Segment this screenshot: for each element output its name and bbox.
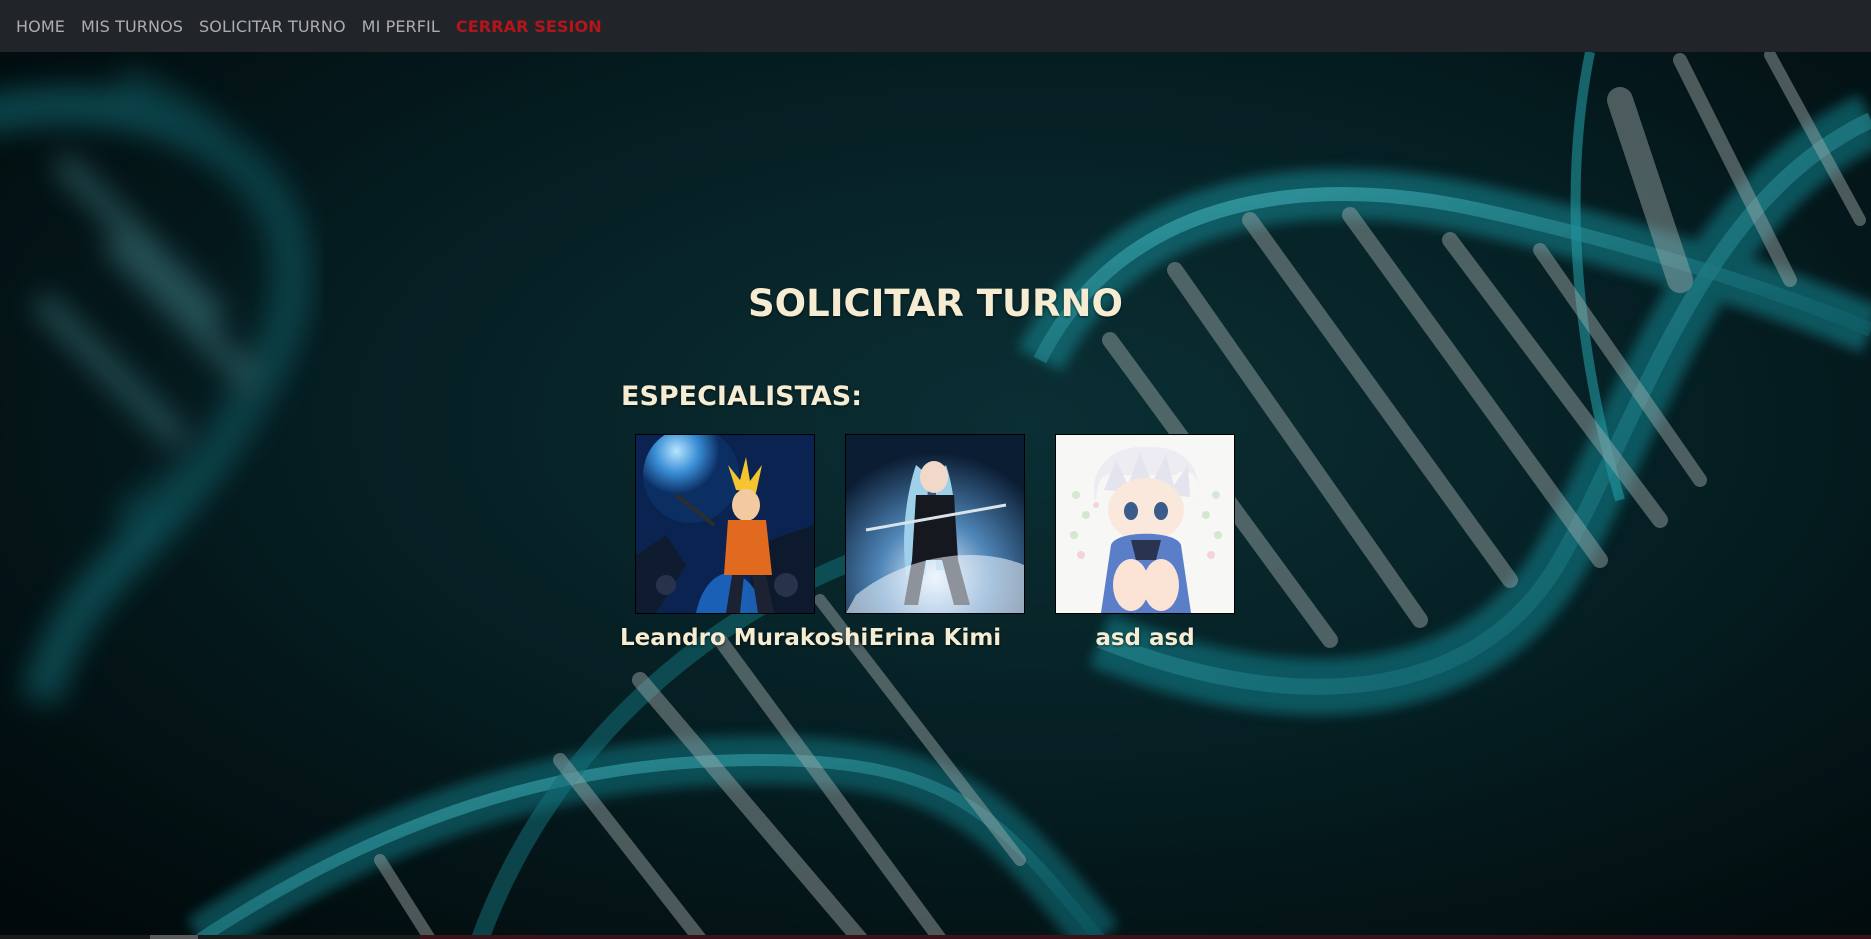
page-title: SOLICITAR TURNO [748,282,1123,325]
specialist-photo[interactable] [1055,434,1235,614]
scrollbar-thumb[interactable] [150,935,198,939]
specialist-card-leandro-murakoshi[interactable]: Leandro Murakoshi [620,434,869,651]
horizontal-scrollbar[interactable] [0,935,1871,939]
specialist-card-erina-kimi[interactable]: Erina Kimi [830,434,1040,651]
specialist-card-asd-asd[interactable]: asd asd [1040,434,1250,651]
section-title-especialistas: ESPECIALISTAS: [621,381,863,412]
nav-mi-perfil[interactable]: MI PERFIL [362,17,440,36]
nav-cerrar-sesion[interactable]: CERRAR SESION [456,17,602,36]
nav-mis-turnos[interactable]: MIS TURNOS [81,17,183,36]
nav-solicitar-turno[interactable]: SOLICITAR TURNO [199,17,346,36]
nav-home[interactable]: HOME [16,17,65,36]
specialist-name: asd asd [1095,625,1195,651]
scrollbar-track-accent [420,935,1871,939]
specialist-photo[interactable] [635,434,815,614]
main-content: SOLICITAR TURNO ESPECIALISTAS: Leandro M… [0,52,1871,939]
specialist-list: Leandro Murakoshi Erina Kimi asd asd [620,434,1250,651]
specialist-name: Erina Kimi [868,625,1002,651]
specialist-photo[interactable] [845,434,1025,614]
specialist-name: Leandro Murakoshi [620,625,869,651]
top-navbar: HOME MIS TURNOS SOLICITAR TURNO MI PERFI… [0,0,1871,52]
